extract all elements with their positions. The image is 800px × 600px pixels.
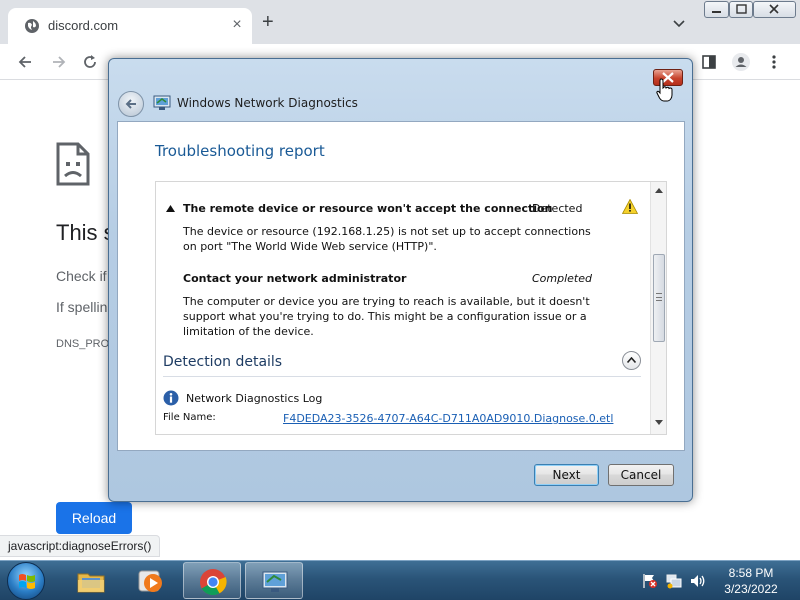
issue-description: The device or resource (192.168.1.25) is… [183, 225, 591, 253]
maximize-button[interactable] [729, 1, 753, 18]
info-icon [163, 390, 179, 406]
tab-close-icon[interactable]: × [228, 16, 246, 34]
vertical-scrollbar[interactable] [650, 182, 666, 434]
taskbar-chrome[interactable] [183, 562, 241, 599]
detection-details-heading: Detection details [163, 354, 283, 370]
sad-document-icon [56, 142, 90, 186]
error-code: DNS_PRO [56, 338, 110, 350]
minimize-icon [712, 11, 721, 13]
globe-icon [25, 19, 39, 33]
side-panel-icon[interactable] [700, 53, 718, 71]
network-status-icon[interactable] [666, 573, 682, 589]
window-close-button[interactable] [753, 1, 796, 18]
taskbar-explorer[interactable] [62, 562, 120, 599]
minimize-button[interactable] [704, 1, 729, 18]
tab-title: discord.com [48, 18, 119, 33]
volume-icon[interactable] [690, 573, 706, 589]
issue-status: Detected [532, 202, 583, 215]
log-file-link[interactable]: F4DEDA23-3526-4707-A64C-D711A0AD9010.Dia… [283, 412, 613, 425]
system-clock[interactable]: 8:58 PM 3/23/2022 [716, 565, 786, 597]
error-title: This s [56, 220, 115, 245]
chevron-up-icon [627, 357, 636, 363]
report-panel: The remote device or resource won't acce… [155, 181, 667, 435]
network-diagnostics-icon [262, 571, 288, 592]
profile-avatar-icon[interactable] [732, 53, 750, 71]
expand-triangle-icon[interactable] [166, 205, 175, 212]
scrollbar-thumb[interactable] [653, 254, 665, 342]
browser-tab[interactable]: discord.com × [8, 8, 252, 44]
reload-button[interactable]: Reload [56, 502, 132, 534]
back-arrow-icon [125, 99, 136, 109]
back-button[interactable] [118, 91, 144, 117]
start-button[interactable] [7, 562, 45, 600]
clock-date: 3/23/2022 [724, 582, 778, 596]
window-controls [702, 0, 798, 20]
clock-time: 8:58 PM [728, 566, 774, 580]
scroll-down-icon[interactable] [655, 420, 663, 425]
close-icon [769, 4, 779, 14]
taskbar-media-player[interactable] [122, 562, 180, 599]
issue-title: The remote device or resource won't acce… [183, 202, 553, 215]
taskbar: 8:58 PM 3/23/2022 [0, 560, 800, 600]
taskbar-network-diagnostics[interactable] [245, 562, 303, 599]
restore-icon [736, 4, 747, 14]
section-divider [163, 376, 641, 377]
cancel-button[interactable]: Cancel [608, 464, 674, 486]
collapse-button[interactable] [622, 351, 641, 370]
reload-icon[interactable] [81, 53, 99, 71]
windows-logo-icon [19, 574, 35, 589]
menu-dots-icon[interactable] [765, 53, 783, 71]
action-description: The computer or device you are trying to… [183, 295, 590, 338]
action-center-flag-icon[interactable] [642, 573, 658, 589]
error-hint-2: If spellin [56, 299, 108, 315]
chevron-down-icon[interactable] [672, 16, 686, 30]
new-tab-button[interactable]: + [262, 12, 274, 32]
forward-arrow-icon[interactable] [50, 53, 68, 71]
browser-tab-strip: discord.com × + [0, 0, 800, 44]
warning-icon [622, 199, 638, 214]
next-button[interactable]: Next [534, 464, 599, 486]
action-title: Contact your network administrator [183, 272, 407, 285]
file-name-label: File Name: [163, 412, 216, 423]
network-diagnostics-dialog: Windows Network Diagnostics Troubleshoot… [108, 58, 693, 502]
media-player-icon [138, 570, 162, 592]
dialog-content: Troubleshooting report The remote device… [117, 121, 685, 451]
error-hint-1: Check if [56, 268, 107, 284]
hand-cursor-icon [656, 78, 673, 102]
network-diagnostics-icon [153, 95, 171, 110]
back-arrow-icon[interactable] [16, 53, 34, 71]
folder-icon [77, 573, 105, 593]
chrome-icon [200, 569, 227, 596]
scroll-up-icon[interactable] [655, 188, 663, 193]
action-status: Completed [532, 272, 592, 285]
log-title: Network Diagnostics Log [186, 392, 323, 405]
status-bar-url: javascript:diagnoseErrors() [0, 535, 161, 557]
report-title: Troubleshooting report [155, 142, 325, 160]
dialog-title: Windows Network Diagnostics [177, 96, 358, 110]
